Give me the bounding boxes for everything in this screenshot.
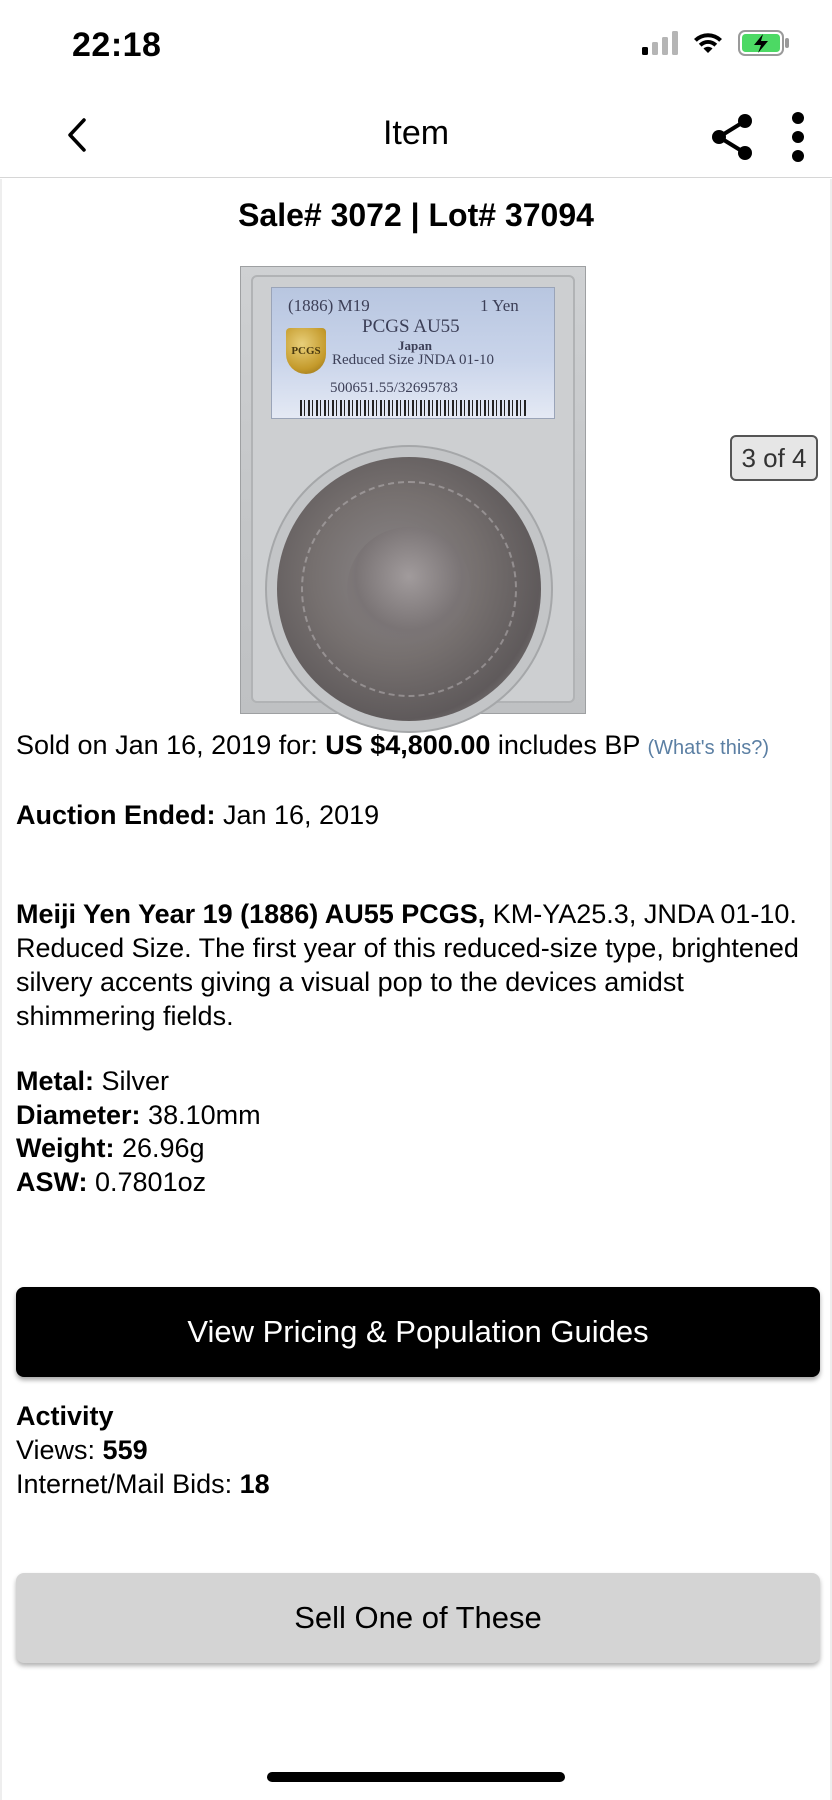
slab-label-grade: PCGS AU55 [362, 316, 460, 337]
coin-photo[interactable]: (1886) M19 1 Yen PCGS AU55 Japan Reduced… [240, 266, 586, 721]
spec-label: Metal: [16, 1066, 95, 1096]
slab-label-variety: Reduced Size JNDA 01-10 [332, 352, 495, 368]
coin [277, 457, 541, 721]
spec-metal: Metal: Silver [16, 1065, 261, 1099]
spec-diameter: Diameter: 38.10mm [16, 1099, 261, 1133]
status-bar: 22:18 [0, 0, 832, 92]
nav-bar: Item [0, 92, 832, 178]
auction-ended-label: Auction Ended: [16, 800, 216, 830]
pcgs-logo: PCGS [286, 328, 326, 374]
auction-ended-value: Jan 16, 2019 [215, 800, 380, 830]
share-button[interactable] [708, 112, 756, 162]
status-time: 22:18 [72, 26, 162, 64]
home-indicator[interactable] [267, 1772, 565, 1782]
item-description: Meiji Yen Year 19 (1886) AU55 PCGS, KM-Y… [16, 897, 816, 1033]
item-detail-content: Sale# 3072 | Lot# 37094 (1886) M19 1 Yen… [0, 179, 832, 1800]
slab-label: (1886) M19 1 Yen PCGS AU55 Japan Reduced… [271, 287, 555, 419]
whats-this-link[interactable]: (What's this?) [647, 737, 769, 759]
spec-label: Diameter: [16, 1099, 141, 1130]
spec-label: Weight: [16, 1133, 115, 1163]
spec-value: Silver [94, 1066, 170, 1096]
sold-suffix: includes BP [490, 730, 648, 760]
views-count: 559 [102, 1435, 148, 1465]
view-pricing-guides-button[interactable]: View Pricing & Population Guides [16, 1287, 820, 1377]
photo-counter: 3 of 4 [730, 435, 818, 481]
signal-icon [642, 31, 678, 55]
spec-value: 0.7801oz [87, 1166, 207, 1197]
spec-value: 26.96g [114, 1133, 205, 1163]
sold-prefix: Sold on Jan 16, 2019 for: [16, 730, 326, 760]
sold-amount: US $4,800.00 [325, 730, 491, 760]
sold-price-block: Sold on Jan 16, 2019 for: US $4,800.00 i… [16, 728, 816, 765]
spec-asw: ASW: 0.7801oz [16, 1166, 261, 1200]
description-title: Meiji Yen Year 19 (1886) AU55 PCGS, [16, 899, 486, 929]
sell-one-button[interactable]: Sell One of These [16, 1573, 820, 1663]
spec-weight: Weight: 26.96g [16, 1132, 261, 1166]
activity-title: Activity [16, 1401, 114, 1431]
more-options-button[interactable] [778, 110, 818, 164]
auction-ended: Auction Ended: Jan 16, 2019 [16, 800, 379, 831]
barcode [300, 400, 528, 416]
spec-label: ASW: [16, 1166, 88, 1197]
views-row: Views: 559 [16, 1433, 270, 1467]
bids-count: 18 [239, 1469, 270, 1499]
spec-value: 38.10mm [140, 1099, 261, 1130]
coin-dragon-design [347, 527, 471, 651]
coin-specs: Metal: Silver Diameter: 38.10mm Weight: … [16, 1065, 261, 1199]
slab-label-denomination: 1 Yen [480, 296, 519, 315]
battery-charging-icon [738, 30, 789, 56]
sale-lot-header: Sale# 3072 | Lot# 37094 [238, 197, 594, 233]
views-label: Views: [16, 1435, 103, 1465]
wifi-icon [694, 33, 722, 53]
slab-label-date: (1886) M19 [288, 296, 370, 315]
activity-section: Activity Views: 559 Internet/Mail Bids: … [16, 1399, 270, 1501]
status-icons [642, 30, 790, 56]
slab-label-cert: 500651.55/32695783 [330, 380, 458, 396]
bids-label: Internet/Mail Bids: [16, 1469, 240, 1499]
more-vertical-icon [792, 112, 804, 162]
share-icon [712, 114, 752, 160]
bids-row: Internet/Mail Bids: 18 [16, 1467, 270, 1501]
